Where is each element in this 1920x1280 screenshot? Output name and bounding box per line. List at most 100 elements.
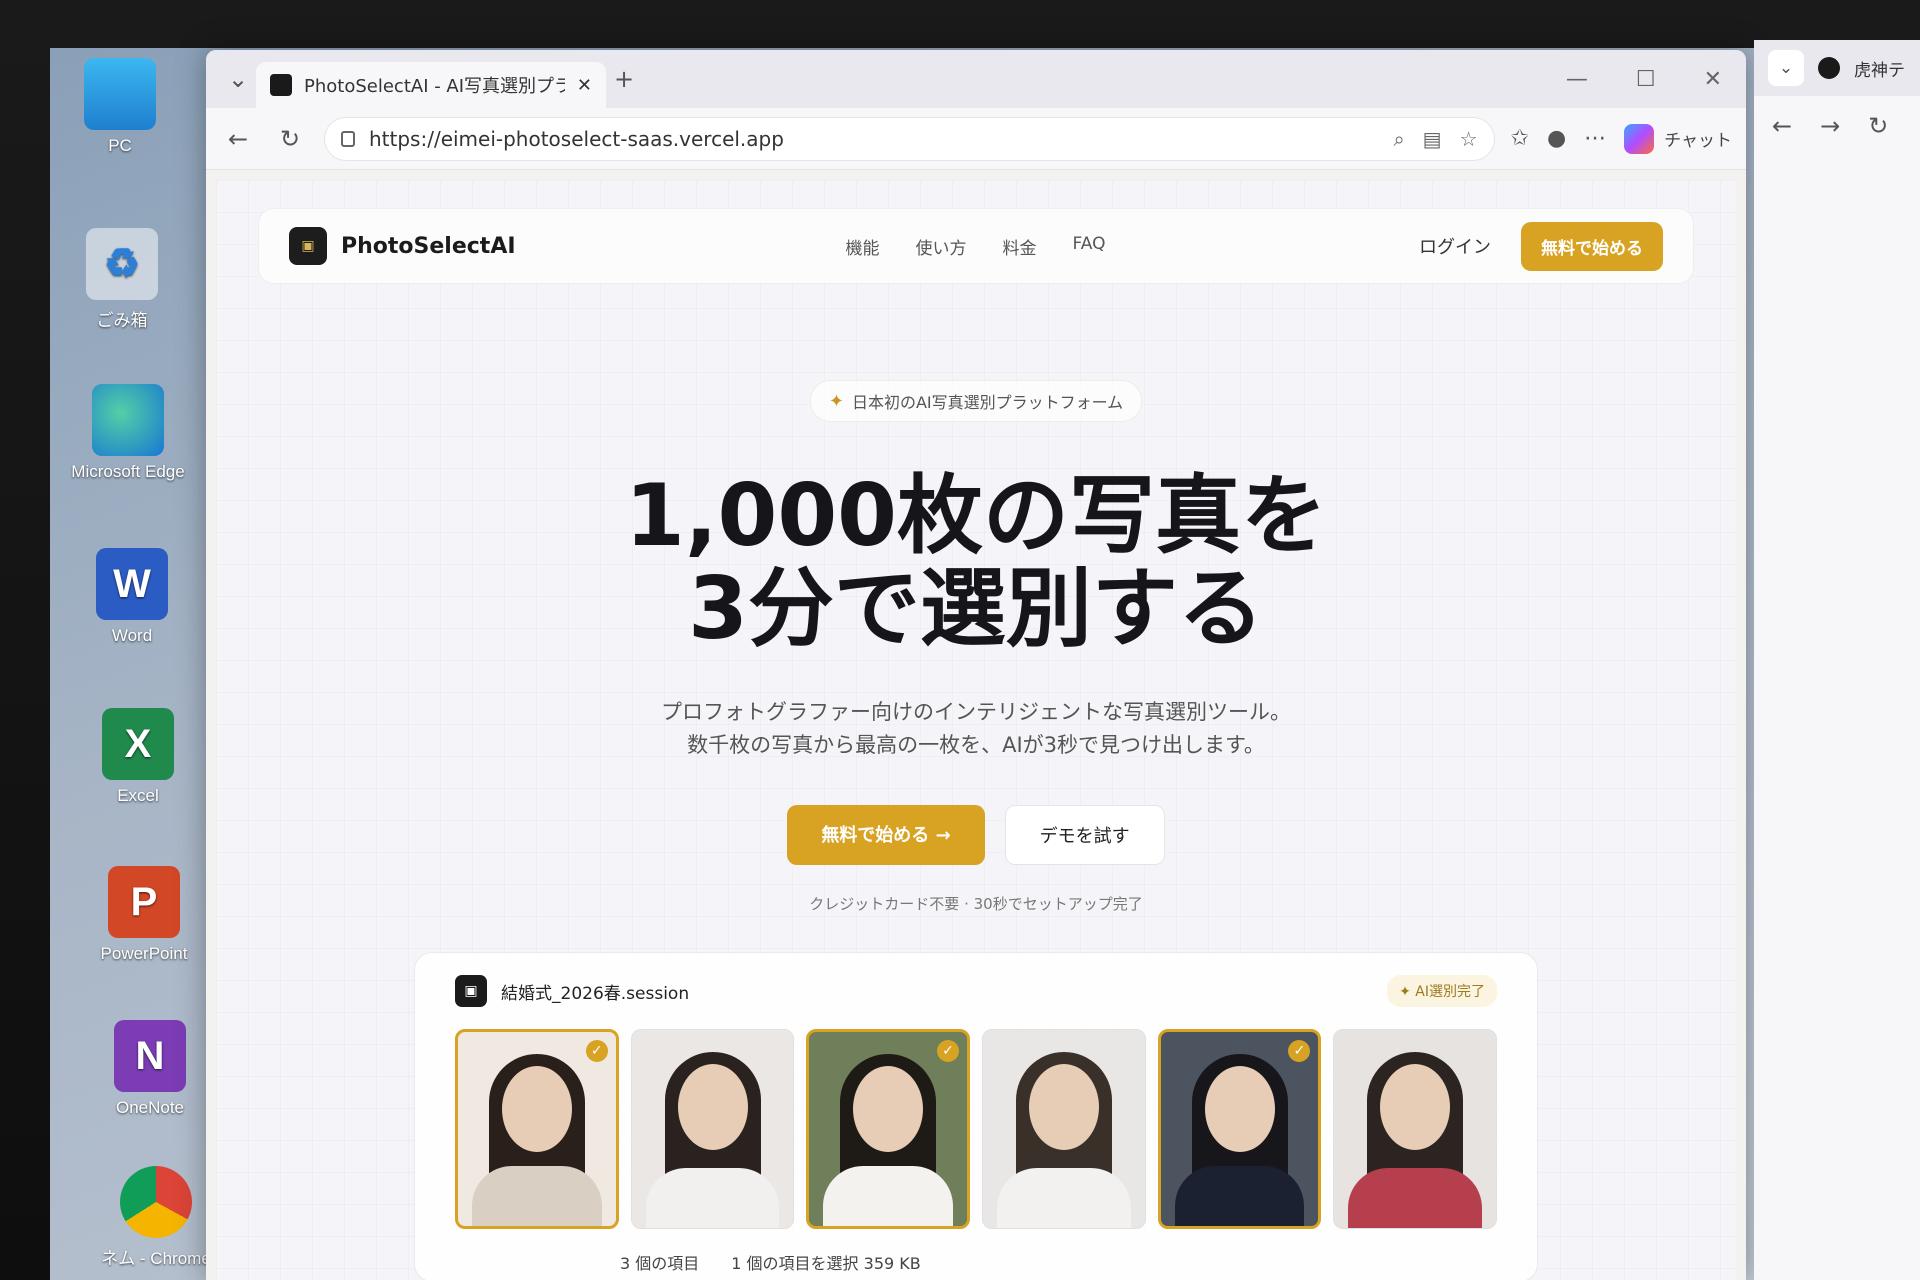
photo-clothing	[997, 1168, 1131, 1228]
favicon-icon	[1818, 57, 1840, 79]
favorite-star-icon[interactable]: ☆	[1460, 127, 1478, 151]
session-name: 結婚式_2026春.session	[501, 983, 690, 1004]
tab-bar: ⌄ PhotoSelectAI - AI写真選別プラット ✕ + — ☐ ✕	[206, 50, 1746, 108]
hero-subtitle-line1: プロフォトグラファー向けのインテリジェントな写真選別ツール。	[661, 699, 1291, 724]
second-browser-window: ⌄ 虎神テ ← → ↻	[1754, 40, 1920, 1280]
image-icon: ▣	[455, 975, 487, 1007]
hero-title-line2: 3分で選別する	[648, 558, 1304, 659]
copilot-label: チャット	[1664, 131, 1732, 151]
statusbar-items: 3 個の項目	[620, 1254, 700, 1273]
hero: ✦ 日本初のAI写真選別プラットフォーム 1,000枚の写真を 3分で選別する …	[216, 380, 1736, 914]
new-tab-plus-icon[interactable]: +	[606, 61, 642, 97]
recycle-bin-icon: ♻	[86, 228, 158, 300]
nav-actions: ログイン 無料で始める	[1419, 221, 1663, 271]
tab-photoselectai[interactable]: PhotoSelectAI - AI写真選別プラット ✕	[256, 62, 606, 108]
back-arrow-icon[interactable]: ←	[1772, 112, 1792, 140]
desktop-icon-onenote[interactable]: N OneNote	[90, 1020, 210, 1118]
desktop-icon-label: ごみ箱	[96, 311, 148, 330]
site-nav: ▣ PhotoSelectAI 機能 使い方 料金 FAQ ログイン 無料で始め…	[258, 208, 1694, 284]
photo-clothing	[472, 1166, 602, 1226]
brand[interactable]: ▣ PhotoSelectAI	[289, 227, 516, 265]
photo-thumbnail[interactable]: ✓	[455, 1029, 619, 1229]
panel-header: ▣ 結婚式_2026春.session ✦ AI選別完了	[415, 953, 1537, 1029]
nav-link-how-to[interactable]: 使い方	[916, 234, 967, 259]
photo-thumbnail[interactable]	[982, 1029, 1146, 1229]
photo-clothing	[645, 1168, 780, 1228]
desktop-icon-label: Excel	[117, 786, 159, 805]
forward-arrow-icon[interactable]: →	[1820, 112, 1840, 140]
address-bar[interactable]: https://eimei-photoselect-saas.vercel.ap…	[324, 116, 1495, 161]
desktop-icon-label: OneNote	[115, 1098, 185, 1117]
minimize-icon[interactable]: —	[1566, 67, 1588, 92]
start-free-button[interactable]: 無料で始める →	[787, 804, 985, 865]
close-window-icon[interactable]: ✕	[1704, 67, 1722, 92]
desktop-icon-word[interactable]: W Word	[72, 548, 192, 646]
photo-face	[853, 1066, 924, 1152]
favorites-icon[interactable]: ✩	[1511, 126, 1529, 151]
more-menu-icon[interactable]: ⋯	[1584, 126, 1606, 151]
web-page: ▣ PhotoSelectAI 機能 使い方 料金 FAQ ログイン 無料で始め…	[216, 180, 1736, 1280]
desktop-icon-pc[interactable]: PC	[60, 58, 180, 156]
second-tab-bar: ⌄ 虎神テ	[1754, 40, 1920, 96]
tab-list-chevron-icon[interactable]: ⌄	[1768, 50, 1804, 86]
browser-toolbar: ← ↻ https://eimei-photoselect-saas.verce…	[206, 108, 1746, 170]
desktop-icon-chrome[interactable]: ネム - Chrome	[96, 1166, 216, 1269]
photo-thumbnail[interactable]	[630, 1029, 795, 1229]
nav-link-faq[interactable]: FAQ	[1073, 234, 1106, 259]
back-arrow-icon[interactable]: ←	[220, 121, 256, 157]
photo-face	[1028, 1064, 1099, 1150]
onenote-icon: N	[114, 1020, 186, 1092]
chrome-icon	[120, 1166, 192, 1238]
desktop-icon-edge[interactable]: Microsoft Edge	[68, 384, 188, 482]
nav-link-features[interactable]: 機能	[846, 234, 880, 259]
hero-title: 1,000枚の写真を 3分で選別する	[216, 470, 1736, 656]
desktop-icon-powerpoint[interactable]: P PowerPoint	[84, 866, 204, 964]
copilot-chat-button[interactable]: チャット	[1624, 123, 1732, 154]
close-tab-icon[interactable]: ✕	[577, 75, 592, 96]
hero-ctas: 無料で始める → デモを試す	[216, 804, 1736, 865]
second-tab-title[interactable]: 虎神テ	[1854, 56, 1905, 81]
session-preview-panel: ▣ 結婚式_2026春.session ✦ AI選別完了 ✓ ✓ ✓	[414, 952, 1538, 1280]
photo-face	[501, 1066, 572, 1152]
brand-logo-icon: ▣	[289, 227, 327, 265]
photo-thumbnail[interactable]: ✓	[1157, 1029, 1322, 1229]
hero-subtitle-line2: 数千枚の写真から最高の一枚を、AIが3秒で見つけ出します。	[687, 733, 1265, 758]
photo-grid: ✓ ✓ ✓	[415, 1029, 1537, 1229]
photo-thumbnail[interactable]: ✓	[806, 1029, 971, 1229]
hero-badge: ✦ 日本初のAI写真選別プラットフォーム	[809, 380, 1143, 422]
copilot-icon	[1624, 123, 1655, 154]
hero-badge-text: 日本初のAI写真選別プラットフォーム	[851, 393, 1124, 412]
edge-icon	[92, 384, 164, 456]
login-link[interactable]: ログイン	[1419, 233, 1491, 259]
tab-list-chevron-icon[interactable]: ⌄	[220, 61, 256, 97]
desktop-icon-recycle-bin[interactable]: ♻ ごみ箱	[62, 228, 182, 331]
refresh-icon[interactable]: ↻	[272, 121, 308, 157]
desktop-icon-label: PC	[108, 136, 132, 155]
selected-check-icon: ✓	[1288, 1040, 1311, 1062]
try-demo-button[interactable]: デモを試す	[1004, 804, 1165, 865]
desktop-icon-excel[interactable]: X Excel	[78, 708, 198, 806]
photo-face	[1204, 1066, 1275, 1152]
photo-thumbnail[interactable]	[1333, 1029, 1498, 1229]
tab-title: PhotoSelectAI - AI写真選別プラット	[304, 76, 565, 97]
refresh-icon[interactable]: ↻	[1868, 112, 1888, 140]
ai-status-badge: ✦ AI選別完了	[1387, 975, 1497, 1007]
selected-check-icon: ✓	[585, 1040, 608, 1062]
sparkle-icon: ✦	[828, 390, 844, 412]
second-toolbar: ← → ↻	[1754, 96, 1920, 156]
reader-icon[interactable]: ▤	[1423, 127, 1442, 151]
favicon-icon	[270, 74, 292, 96]
nav-link-pricing[interactable]: 料金	[1003, 234, 1037, 259]
toolbar-tools: ✩ ● ⋯ チャット	[1511, 123, 1732, 154]
maximize-icon[interactable]: ☐	[1636, 67, 1656, 92]
photo-clothing	[1348, 1168, 1483, 1228]
ai-status-text: AI選別完了	[1415, 984, 1485, 1000]
photo-clothing	[823, 1166, 954, 1226]
zoom-icon[interactable]: ⌕	[1393, 127, 1404, 151]
explorer-statusbar: 3 個の項目 1 個の項目を選択 359 KB	[620, 1250, 921, 1274]
desktop-icon-label: Word	[111, 626, 153, 645]
nav-start-free-button[interactable]: 無料で始める	[1521, 221, 1663, 271]
desktop-icon-label: ネム - Chrome	[101, 1249, 211, 1268]
profile-avatar-icon[interactable]: ●	[1547, 126, 1566, 151]
excel-icon: X	[102, 708, 174, 780]
